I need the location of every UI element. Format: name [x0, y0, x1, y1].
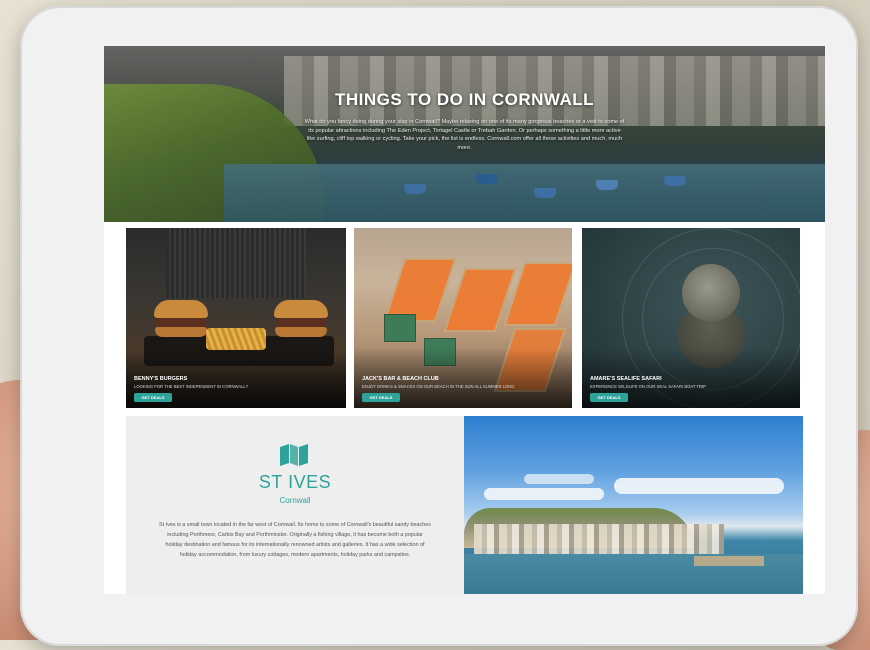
- st-ives-photo: [464, 416, 803, 594]
- card-title: AMARE'S SEALIFE SAFARI: [590, 376, 662, 382]
- hero-title: THINGS TO DO IN CORNWALL: [334, 90, 595, 109]
- card-subtitle: LOOKING FOR THE BEST INDEPENDENT IN CORN…: [134, 384, 249, 389]
- map-icon: [280, 444, 308, 466]
- boat-image: [404, 184, 426, 194]
- boat-image: [534, 188, 556, 198]
- destination-subtitle: Cornwall: [279, 496, 311, 505]
- get-deals-button[interactable]: GET DEALS: [590, 393, 628, 402]
- boat-image: [596, 180, 618, 190]
- boat-image: [664, 176, 686, 186]
- card-subtitle: EXPERIENCE WILDLIFE ON OUR SEAL SAFARI B…: [590, 384, 706, 389]
- crate-image: [384, 314, 416, 342]
- burger-image: [274, 300, 328, 338]
- tablet-frame: THINGS TO DO IN CORNWALL What do you fan…: [20, 6, 858, 646]
- get-deals-button[interactable]: GET DEALS: [134, 393, 172, 402]
- apron-image: [166, 228, 306, 298]
- hero-text: What do you fancy doing during your stay…: [304, 119, 625, 151]
- hero-harbour-image: [224, 164, 825, 222]
- activity-card-burgers[interactable]: BENNY'S BURGERS LOOKING FOR THE BEST IND…: [126, 228, 346, 408]
- seal-head-image: [682, 264, 740, 322]
- card-title: BENNY'S BURGERS: [134, 376, 188, 382]
- tablet-screen: THINGS TO DO IN CORNWALL What do you fan…: [104, 46, 825, 594]
- destination-description: St Ives is a small town located in the f…: [159, 522, 431, 558]
- destination-panel: ST IVES Cornwall St Ives is a small town…: [126, 416, 464, 594]
- destination-title: ST IVES: [258, 472, 332, 492]
- boat-image: [476, 174, 498, 184]
- hero-banner: THINGS TO DO IN CORNWALL What do you fan…: [104, 46, 825, 222]
- get-deals-button[interactable]: GET DEALS: [362, 393, 400, 402]
- burger-image: [154, 300, 208, 338]
- activity-card-seal-safari[interactable]: AMARE'S SEALIFE SAFARI EXPERIENCE WILDLI…: [582, 228, 800, 408]
- fries-image: [206, 328, 266, 350]
- card-subtitle: ENJOY DRINKS & SNACKS ON OUR BEACH IN TH…: [362, 384, 515, 389]
- activity-card-beach-club[interactable]: JACK'S BAR & BEACH CLUB ENJOY DRINKS & S…: [354, 228, 572, 408]
- deckchair-image: [383, 258, 457, 322]
- card-title: JACK'S BAR & BEACH CLUB: [362, 376, 439, 382]
